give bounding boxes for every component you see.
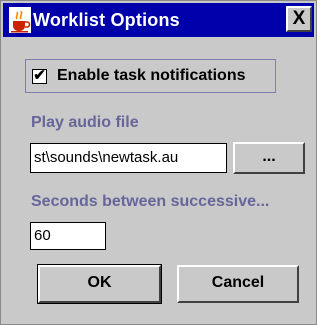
ok-button[interactable]: OK — [37, 264, 162, 304]
title-bar[interactable]: Worklist Options X — [3, 3, 314, 37]
cancel-button[interactable]: Cancel — [177, 265, 299, 303]
browse-button[interactable]: ... — [233, 142, 305, 174]
play-audio-file-label: Play audio file — [31, 114, 139, 131]
enable-notifications-checkbox-row[interactable]: ✔ Enable task notifications — [25, 59, 276, 93]
enable-notifications-checkbox[interactable]: ✔ — [32, 67, 47, 84]
seconds-between-label: Seconds between successive... — [31, 193, 270, 210]
checkmark-icon: ✔ — [33, 67, 46, 84]
worklist-options-dialog: Worklist Options X ✔ Enable task notific… — [0, 0, 317, 325]
seconds-input[interactable]: 60 — [30, 222, 106, 250]
close-button[interactable]: X — [286, 6, 312, 32]
close-icon: X — [292, 8, 306, 29]
audio-file-input[interactable]: st\sounds\newtask.au — [30, 143, 227, 173]
java-cup-icon — [9, 7, 31, 33]
enable-notifications-label[interactable]: Enable task notifications — [57, 66, 245, 86]
window-title: Worklist Options — [33, 10, 180, 30]
